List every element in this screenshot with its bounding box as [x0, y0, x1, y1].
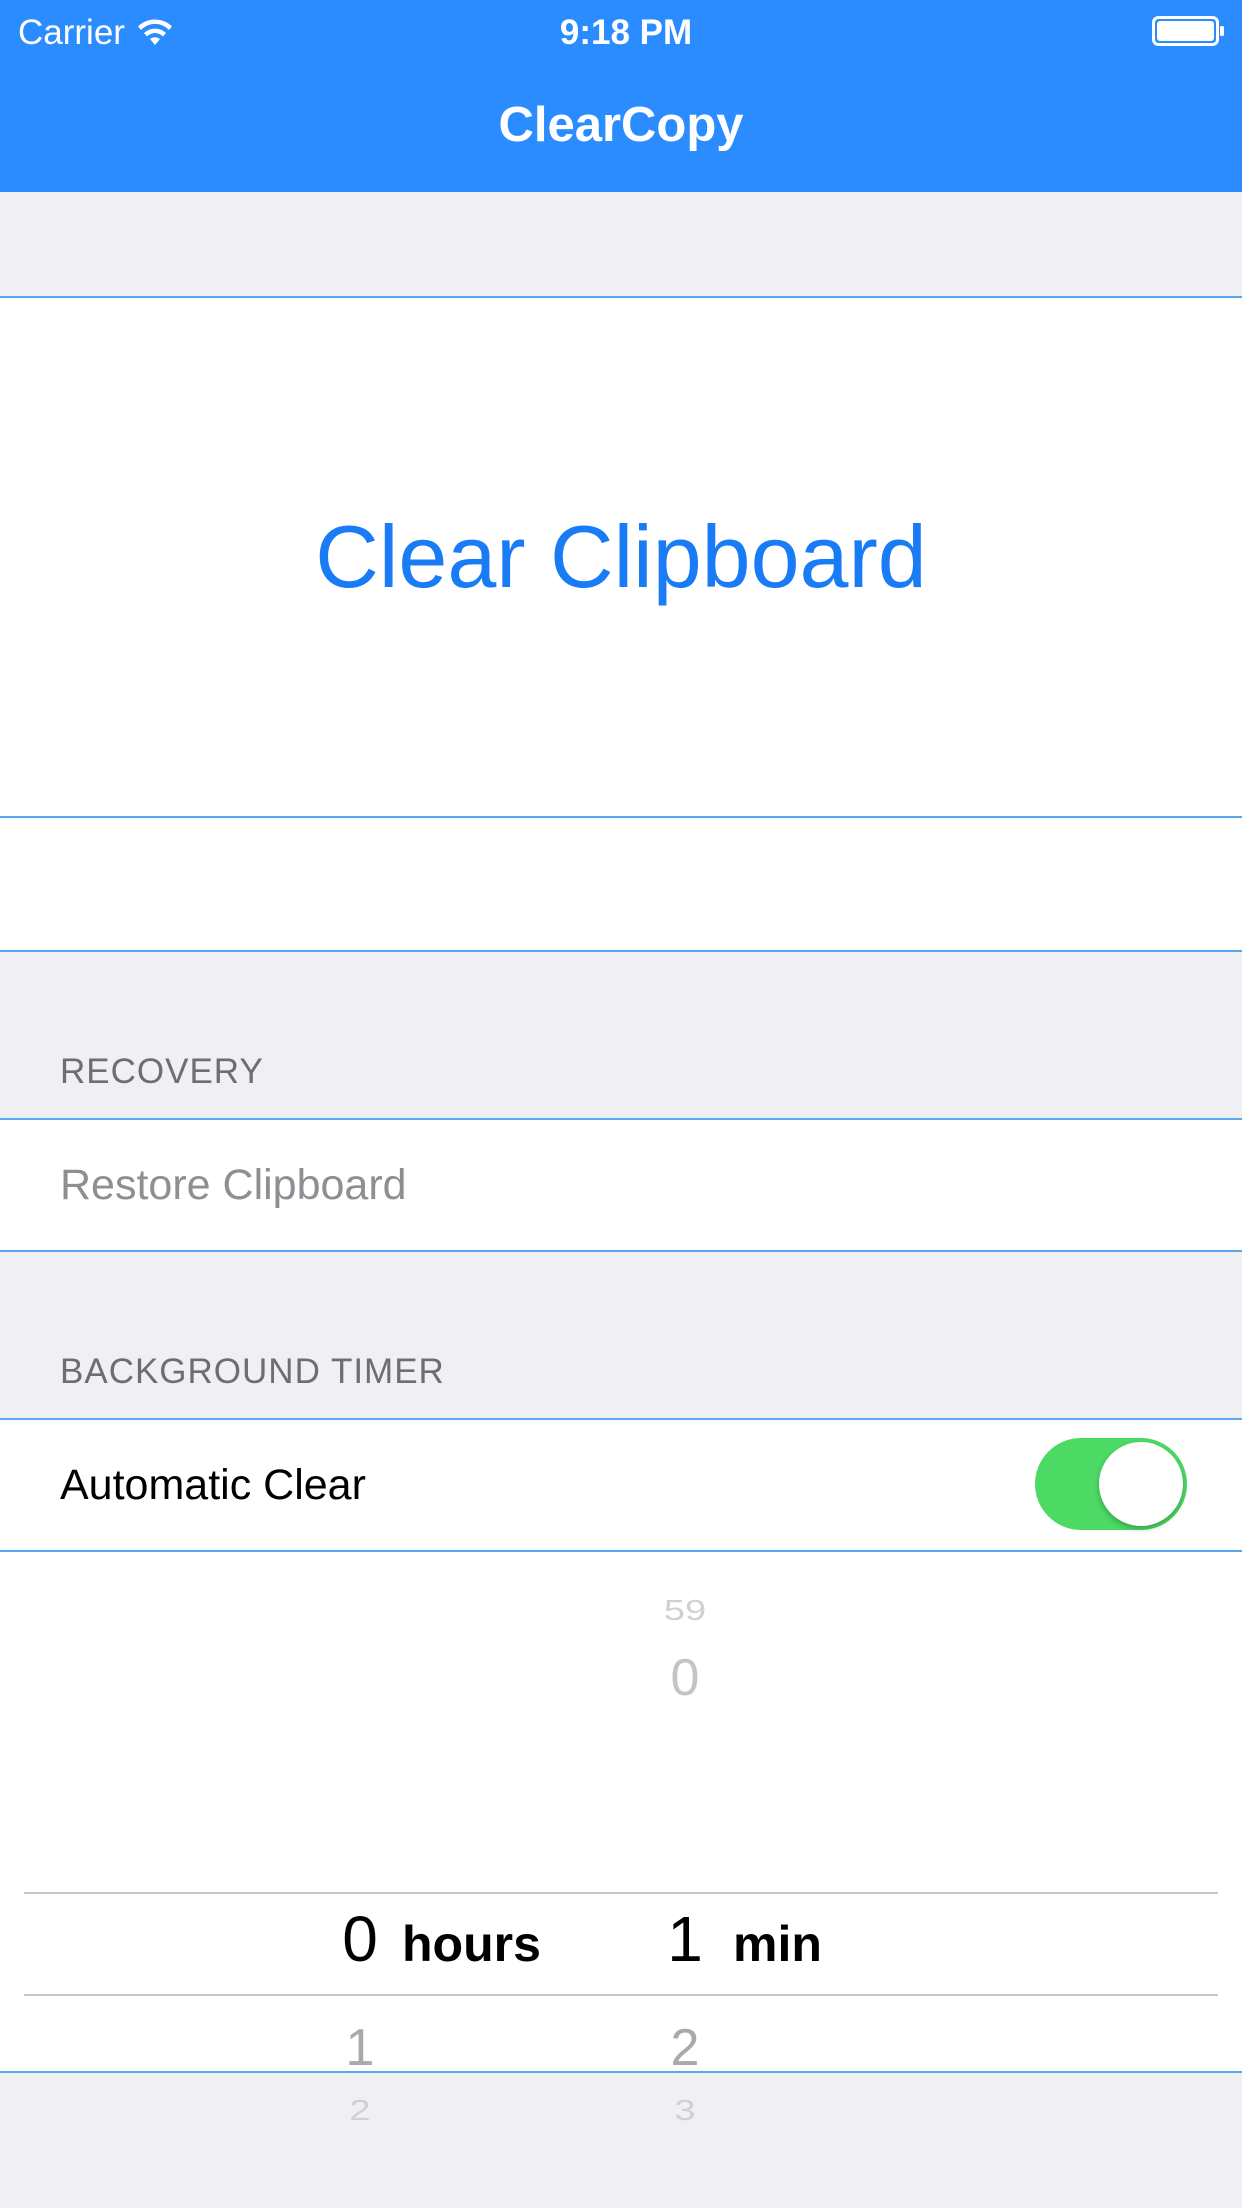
restore-clipboard-button[interactable]: Restore Clipboard	[60, 1120, 407, 1250]
recovery-section: Restore Clipboard	[0, 1118, 1242, 1252]
hours-picker-column[interactable]: 0 hours 1 2	[320, 1552, 600, 2127]
clear-section: Clear Clipboard	[0, 296, 1242, 952]
hours-unit-label: hours	[402, 1916, 541, 1972]
minutes-option: 59	[663, 1595, 707, 1627]
background-timer-section-header: BACKGROUND TIMER	[60, 1352, 445, 1391]
automatic-clear-toggle[interactable]	[1035, 1438, 1187, 1530]
hours-option: 1	[345, 2019, 375, 2077]
minutes-picker-column[interactable]: 59 0 1 min 2 3	[645, 1552, 885, 2127]
hours-selected-value: 0	[342, 1903, 378, 1975]
minutes-selected-value: 1	[667, 1903, 703, 1975]
timer-picker: 0 hours 1 2 59 0 1 min 2 3	[0, 1552, 1242, 2127]
automatic-clear-row: Automatic Clear	[0, 1420, 1242, 1550]
toggle-knob	[1099, 1442, 1183, 1526]
picker-selection-top-line	[24, 1892, 1218, 1894]
minutes-option: 2	[670, 2019, 700, 2077]
picker-selection-bottom-line	[24, 1994, 1218, 1996]
navigation-bar: Carrier 9:18 PM ClearCopy	[0, 0, 1242, 192]
divider	[0, 816, 1242, 818]
page-title: ClearCopy	[498, 98, 744, 152]
minutes-option: 0	[670, 1649, 700, 1707]
hours-option: 2	[349, 2095, 371, 2127]
clear-clipboard-button[interactable]: Clear Clipboard	[0, 298, 1242, 816]
battery-icon	[1152, 16, 1224, 46]
app-screen: Carrier 9:18 PM ClearCopy Clear Clipboar…	[0, 0, 1242, 2208]
background-timer-section: Automatic Clear 0 hours 1 2 59 0 1 min 2…	[0, 1418, 1242, 2127]
minutes-option: 3	[674, 2095, 696, 2127]
recovery-section-header: RECOVERY	[60, 1052, 264, 1091]
minutes-unit-label: min	[733, 1916, 822, 1972]
status-time: 9:18 PM	[559, 13, 693, 52]
automatic-clear-label: Automatic Clear	[60, 1460, 366, 1509]
